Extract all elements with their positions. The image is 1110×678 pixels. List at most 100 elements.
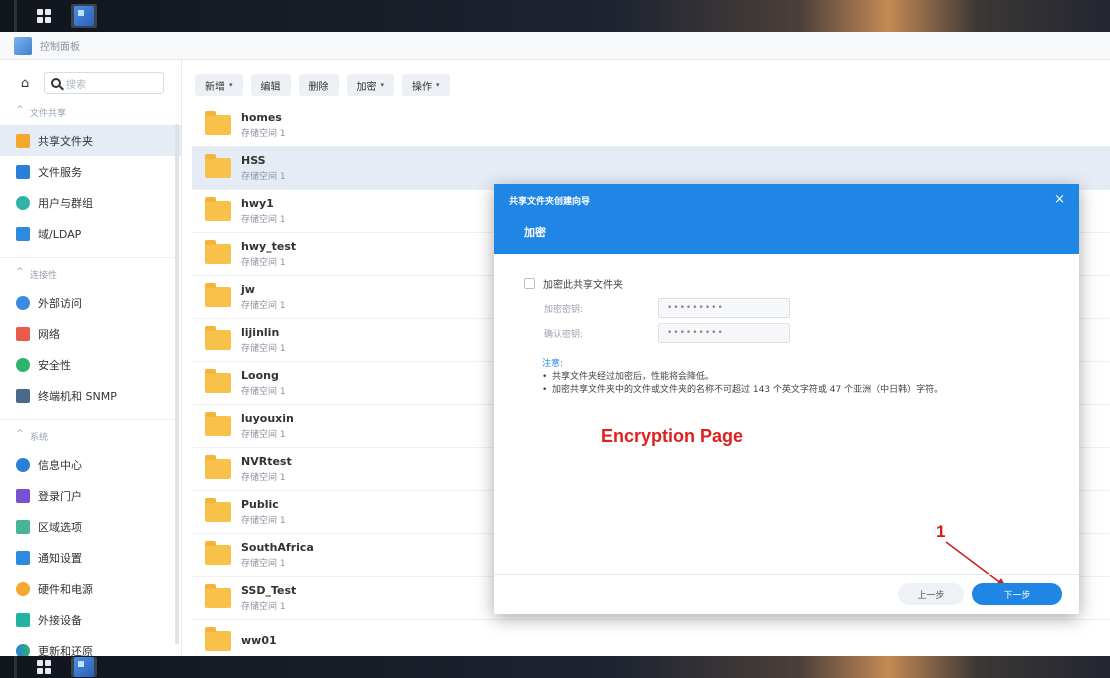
sidebar-item-label: 网络: [38, 327, 60, 341]
sidebar-item-users-groups[interactable]: 用户与群组: [0, 187, 181, 218]
folder-volume: 存储空间 1: [241, 559, 286, 569]
encrypt-label: 加密: [356, 81, 377, 93]
sidebar-section-file-sharing[interactable]: 文件共享: [0, 100, 181, 125]
folder-volume: 存储空间 1: [241, 258, 286, 268]
sidebar-item-hardware-power[interactable]: 硬件和电源: [0, 573, 181, 604]
sidebar-item-label: 外接设备: [38, 613, 82, 627]
main-menu-button[interactable]: [31, 4, 57, 28]
sidebar-item-terminal-snmp[interactable]: 终端机和 SNMP: [0, 380, 181, 411]
edit-button[interactable]: 编辑: [250, 74, 291, 96]
taskbar-top: [0, 0, 1110, 32]
note-item: 加密共享文件夹中的文件或文件夹的名称不可超过 143 个英文字符或 47 个亚洲…: [542, 384, 943, 397]
domain-icon: [16, 226, 30, 241]
wizard-footer: 上一步 下一步: [494, 574, 1079, 614]
encrypt-folder-label: 加密此共享文件夹: [543, 280, 623, 291]
control-panel-taskbar-button[interactable]: [71, 4, 97, 28]
folder-icon: [205, 498, 231, 522]
sidebar-section-system[interactable]: 系统: [0, 424, 181, 449]
folder-name: luyouxin: [241, 412, 294, 425]
sidebar-item-file-services[interactable]: 文件服务: [0, 156, 181, 187]
folder-icon: [205, 369, 231, 393]
folder-icon: [205, 541, 231, 565]
grid-icon: [37, 660, 51, 674]
home-button[interactable]: ⌂: [14, 72, 36, 94]
folder-name: SSD_Test: [241, 584, 297, 597]
sidebar-item-network[interactable]: 网络: [0, 318, 181, 349]
sidebar-item-regional-options[interactable]: 区域选项: [0, 511, 181, 542]
delete-button[interactable]: 删除: [298, 74, 339, 96]
folder-name: hwy_test: [241, 240, 297, 253]
shield-icon: [16, 357, 30, 372]
sidebar-item-label: 硬件和电源: [38, 582, 93, 596]
encrypt-folder-checkbox[interactable]: [524, 278, 535, 289]
wizard-header: 共享文件夹创建向导 加密 ×: [494, 184, 1079, 254]
sidebar-item-external-access[interactable]: 外部访问: [0, 287, 181, 318]
folder-icon: [205, 240, 231, 264]
sidebar-scrollbar[interactable]: [175, 124, 179, 644]
close-button[interactable]: ×: [1054, 192, 1065, 207]
window-titlebar: 控制面板: [0, 32, 1110, 60]
previous-button[interactable]: 上一步: [898, 583, 964, 605]
folder-volume: 存储空间 1: [241, 172, 286, 182]
sidebar-item-label: 登录门户: [38, 489, 82, 503]
sidebar-item-shared-folder[interactable]: 共享文件夹: [0, 125, 181, 156]
encrypt-button[interactable]: 加密 ▾: [346, 74, 395, 96]
encryption-key-field[interactable]: •••••••••: [658, 298, 790, 318]
toolbar: 新增 ▾ 编辑 删除 加密 ▾ 操作 ▾: [195, 74, 450, 96]
confirm-key-field[interactable]: •••••••••: [658, 323, 790, 343]
external-device-icon: [16, 612, 30, 627]
control-panel-taskbar-button[interactable]: [71, 657, 97, 677]
folder-name: NVRtest: [241, 455, 292, 468]
folder-icon: [205, 154, 231, 178]
terminal-icon: [16, 388, 30, 403]
folder-name: hwy1: [241, 197, 274, 210]
sidebar-item-label: 文件服务: [38, 165, 82, 179]
search-input[interactable]: 搜索: [44, 72, 164, 94]
next-button[interactable]: 下一步: [972, 583, 1062, 605]
folder-name: Loong: [241, 369, 279, 382]
sidebar-item-info-center[interactable]: 信息中心: [0, 449, 181, 480]
table-row[interactable]: homes 存储空间 1: [192, 104, 1110, 147]
delete-label: 删除: [308, 81, 329, 93]
sidebar-divider: [0, 257, 181, 258]
folder-icon: [205, 326, 231, 350]
notification-icon: [16, 550, 30, 565]
sidebar-item-label: 共享文件夹: [38, 134, 93, 148]
sidebar-item-external-devices[interactable]: 外接设备: [0, 604, 181, 635]
folder-icon: [205, 627, 231, 651]
folder-icon: [205, 412, 231, 436]
action-button[interactable]: 操作 ▾: [402, 74, 450, 96]
folder-name: ww01: [241, 633, 277, 647]
sidebar-item-domain-ldap[interactable]: 域/LDAP: [0, 218, 181, 249]
sidebar-item-login-portal[interactable]: 登录门户: [0, 480, 181, 511]
home-icon: ⌂: [20, 75, 30, 91]
folder-volume: 存储空间 1: [241, 129, 286, 139]
step-number-annotation: 1: [936, 522, 946, 541]
wizard-body: 加密此共享文件夹 加密密钥: ••••••••• 确认密钥: •••••••••…: [494, 254, 1079, 574]
sidebar-item-notification[interactable]: 通知设置: [0, 542, 181, 573]
chevron-down-icon: ▾: [380, 81, 385, 89]
bulb-icon: [16, 581, 30, 596]
taskbar-bottom: [0, 656, 1110, 678]
folder-icon: [205, 584, 231, 608]
sidebar-item-security[interactable]: 安全性: [0, 349, 181, 380]
users-icon: [16, 195, 30, 210]
folder-volume: 存储空间 1: [241, 344, 286, 354]
sidebar-section-connectivity[interactable]: 连接性: [0, 262, 181, 287]
sidebar-item-label: 域/LDAP: [38, 227, 82, 241]
encrypt-folder-checkbox-row[interactable]: 加密此共享文件夹: [524, 276, 623, 291]
folder-icon: [205, 283, 231, 307]
folder-volume: 存储空间 1: [241, 215, 286, 225]
close-icon: ×: [1054, 192, 1065, 207]
create-button[interactable]: 新增 ▾: [195, 74, 243, 96]
folder-name: jw: [241, 283, 255, 296]
next-label: 下一步: [1003, 590, 1031, 601]
folder-volume: 存储空间 1: [241, 602, 286, 612]
info-icon: [16, 457, 30, 472]
main-menu-button[interactable]: [31, 657, 57, 677]
sidebar-item-label: 信息中心: [38, 458, 82, 472]
wizard-title: 共享文件夹创建向导: [509, 197, 591, 207]
window-title: 控制面板: [40, 42, 80, 53]
confirm-key-label: 确认密钥:: [544, 329, 584, 340]
notes-block: 注意: 共享文件夹经过加密后，性能将会降低。 加密共享文件夹中的文件或文件夹的名…: [542, 356, 943, 397]
